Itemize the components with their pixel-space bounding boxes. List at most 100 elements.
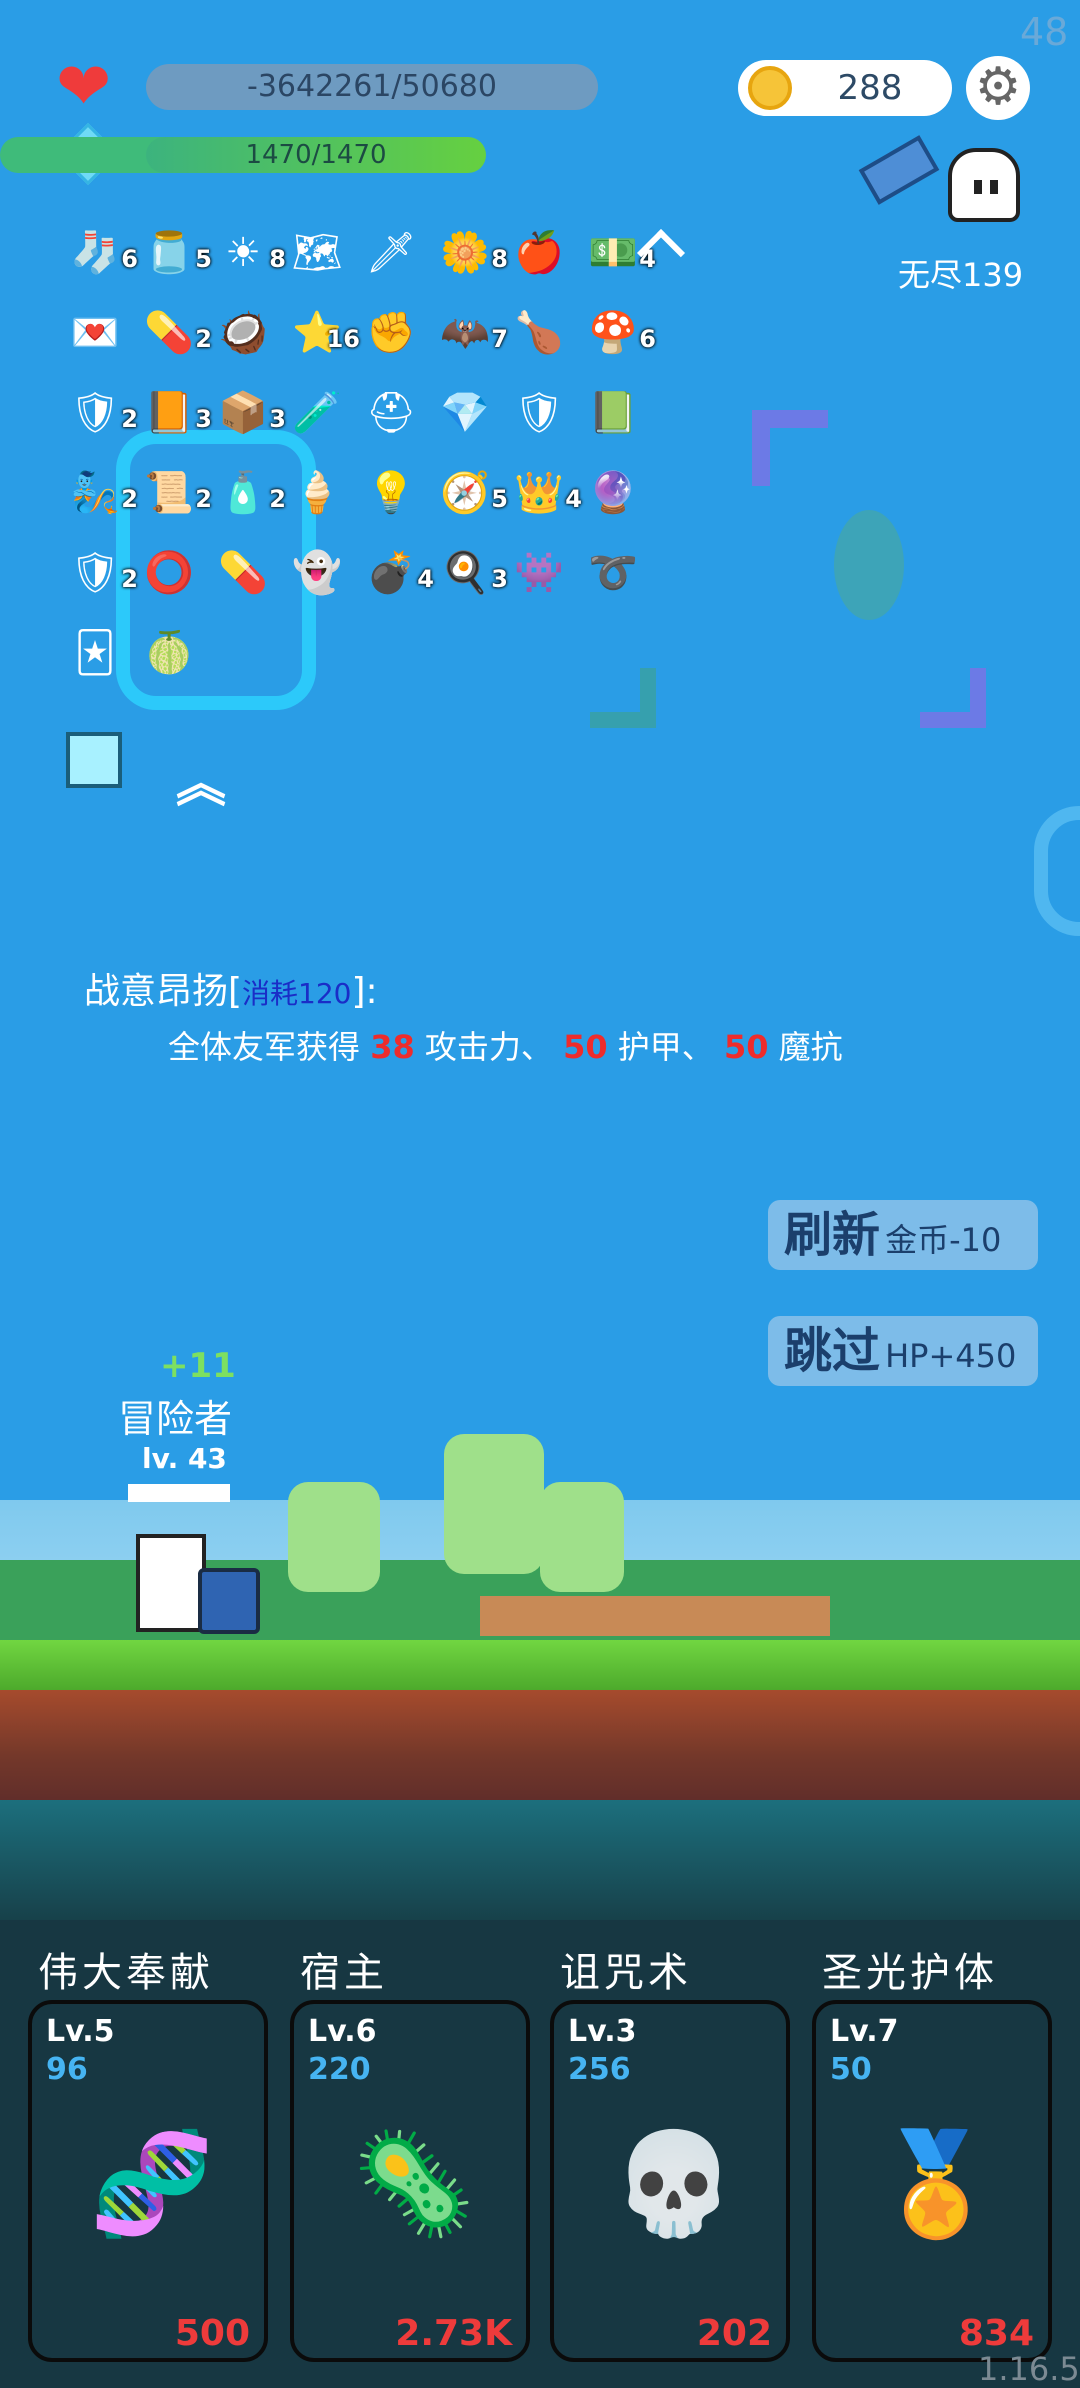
inventory-item-potion-icon[interactable]: 🧪	[284, 380, 350, 446]
inventory-item-egg-icon[interactable]: 🍳 3	[432, 540, 508, 606]
inventory-item-cards-icon[interactable]: 🃏	[62, 620, 128, 686]
resist-value: 50	[723, 1028, 769, 1066]
inventory-item-star-card-icon[interactable]: ⭐ 16	[284, 300, 360, 366]
hero-level: lv. 43	[142, 1442, 227, 1475]
bottle-icon: 🧴	[218, 470, 268, 516]
inventory-item-sock-icon[interactable]: 🧦 6	[62, 220, 138, 286]
saw-icon[interactable]	[858, 135, 940, 205]
inventory-item-pill-icon[interactable]: 💊 2	[136, 300, 212, 366]
lime-icon: 🍈	[144, 630, 194, 676]
gear-icon[interactable]: ⚙	[966, 56, 1030, 120]
gold-medal-icon: 🏅	[873, 2125, 999, 2242]
inventory-item-ice-cream-icon[interactable]: 🍦	[284, 460, 350, 526]
inventory-item-lime-icon[interactable]: 🍈	[136, 620, 202, 686]
water	[0, 1800, 1080, 1920]
inventory-item-jam-jar-icon[interactable]: 🫙 5	[136, 220, 212, 286]
card-cost: 96	[46, 2052, 88, 2087]
knight-hero[interactable]	[136, 1534, 206, 1632]
level-up-chevron-icon[interactable]: ︽	[176, 744, 226, 816]
card-level: Lv.6	[308, 2014, 377, 2049]
sun-icon: ☀	[225, 230, 261, 276]
inventory-item-noose-icon[interactable]: ➰	[580, 540, 646, 606]
inventory-item-scroll-icon[interactable]: 📜 2	[136, 460, 212, 526]
card-title: 宿主	[300, 1950, 388, 1996]
side-ring-button[interactable]	[1034, 806, 1080, 936]
light-item-icon[interactable]	[66, 732, 122, 788]
cards-icon: 🃏	[74, 630, 116, 676]
card-value: 2.73K	[395, 2313, 512, 2354]
hero-hp-bar-fill	[131, 1487, 227, 1499]
inventory-item-shield-icon[interactable]: 🛡	[506, 380, 572, 446]
inventory-item-apple-icon[interactable]: 🍎	[506, 220, 572, 286]
inventory-item-coconut-icon[interactable]: 🥥	[210, 300, 276, 366]
fist-icon: ✊	[366, 310, 416, 356]
inventory-item-map-icon[interactable]: 🗺	[284, 220, 350, 286]
skill-cost: 消耗120	[242, 977, 352, 1010]
inventory-item-note-icon[interactable]: 📗	[580, 380, 646, 446]
crown-icon: 👑	[514, 470, 564, 516]
drumstick-icon: 🍗	[514, 310, 564, 356]
endless-mode-label: 无尽139	[898, 256, 1024, 294]
inventory-item-bat-icon[interactable]: 🦇 7	[432, 300, 508, 366]
inventory-item-book-icon[interactable]: 📙 3	[136, 380, 212, 446]
bulb-icon: 💡	[366, 470, 416, 516]
skill-description: 全体友军获得 38 攻击力、 50 护甲、 50 魔抗	[168, 1028, 843, 1066]
skill-card[interactable]: Lv.5 96 🧬 500	[28, 2000, 268, 2362]
inventory-item-crown-icon[interactable]: 👑 4	[506, 460, 582, 526]
item-count: 16	[326, 325, 360, 353]
bat-icon: 🦇	[440, 310, 490, 356]
compass-icon: 🧭	[440, 470, 490, 516]
inventory-item-sword-icon[interactable]: 🗡	[358, 220, 424, 286]
coin-value: 288	[837, 68, 903, 108]
ice-cream-icon: 🍦	[292, 470, 342, 516]
teal-corner	[590, 668, 656, 728]
inventory-item-grenade-icon[interactable]: 💣 4	[358, 540, 434, 606]
inventory-item-chest-icon[interactable]: 📦 3	[210, 380, 286, 446]
inventory-item-fist-icon[interactable]: ✊	[358, 300, 424, 366]
heart-card-icon: 💌	[70, 310, 120, 356]
card-value: 500	[174, 2313, 250, 2354]
inventory-item-star-shield-icon[interactable]: 🛡 2	[62, 540, 138, 606]
skill-card[interactable]: Lv.3 256 💀 202	[550, 2000, 790, 2362]
item-count: 6	[639, 325, 656, 353]
coconut-icon: 🥥	[218, 310, 268, 356]
skill-card[interactable]: Lv.7 50 🏅 834	[812, 2000, 1052, 2362]
inventory-item-capsule-icon[interactable]: 💊	[210, 540, 276, 606]
inventory-item-bottle-icon[interactable]: 🧴 2	[210, 460, 286, 526]
dirt	[0, 1690, 1080, 1800]
fence	[480, 1596, 830, 1636]
skill-card[interactable]: Lv.6 220 🦠 2.73K	[290, 2000, 530, 2362]
ghost-pet-icon[interactable]	[948, 148, 1020, 222]
sword-icon: 🗡	[365, 230, 417, 276]
card-value: 202	[696, 2313, 772, 2354]
skip-button[interactable]: 跳过 HP+450	[768, 1316, 1038, 1386]
flower-icon: 🌼	[440, 230, 490, 276]
scroll-icon: 📜	[144, 470, 194, 516]
inventory-item-flower-icon[interactable]: 🌼 8	[432, 220, 508, 286]
inventory-item-lamp-icon[interactable]: 🧞 2	[62, 460, 138, 526]
gain-indicator: +11	[160, 1346, 236, 1386]
inventory-item-mushroom-icon[interactable]: 🍄 6	[580, 300, 656, 366]
skill-title: 战意昂扬[消耗120]:	[84, 971, 378, 1012]
inventory-item-monster-icon[interactable]: 👾	[506, 540, 572, 606]
card-level: Lv.5	[46, 2014, 115, 2049]
inventory-item-round-shield-icon[interactable]: 🛡 2	[62, 380, 138, 446]
inventory-item-donut-shield-icon[interactable]: ⭕	[136, 540, 202, 606]
inventory-item-drumstick-icon[interactable]: 🍗	[506, 300, 572, 366]
inventory-item-crystal-ball-icon[interactable]: 🔮	[580, 460, 646, 526]
inventory-item-gem-icon[interactable]: 💎	[432, 380, 498, 446]
inventory-item-heart-card-icon[interactable]: 💌	[62, 300, 128, 366]
grenade-icon: 💣	[366, 550, 416, 596]
card-title: 伟大奉献	[38, 1950, 214, 1996]
inventory-item-bulb-icon[interactable]: 💡	[358, 460, 424, 526]
leaf-icon	[834, 510, 904, 620]
inventory-item-sun-icon[interactable]: ☀ 8	[210, 220, 286, 286]
inventory-item-compass-icon[interactable]: 🧭 5	[432, 460, 508, 526]
ghost-icon: 👻	[292, 550, 342, 596]
inventory-item-helmet-icon[interactable]: ⛑	[358, 380, 424, 446]
helmet-icon: ⛑	[365, 390, 417, 436]
refresh-button[interactable]: 刷新 金币-10	[768, 1200, 1038, 1270]
pill-icon: 💊	[144, 310, 194, 356]
hp-text: -3642261/50680	[247, 69, 497, 104]
inventory-item-ghost-icon[interactable]: 👻	[284, 540, 350, 606]
